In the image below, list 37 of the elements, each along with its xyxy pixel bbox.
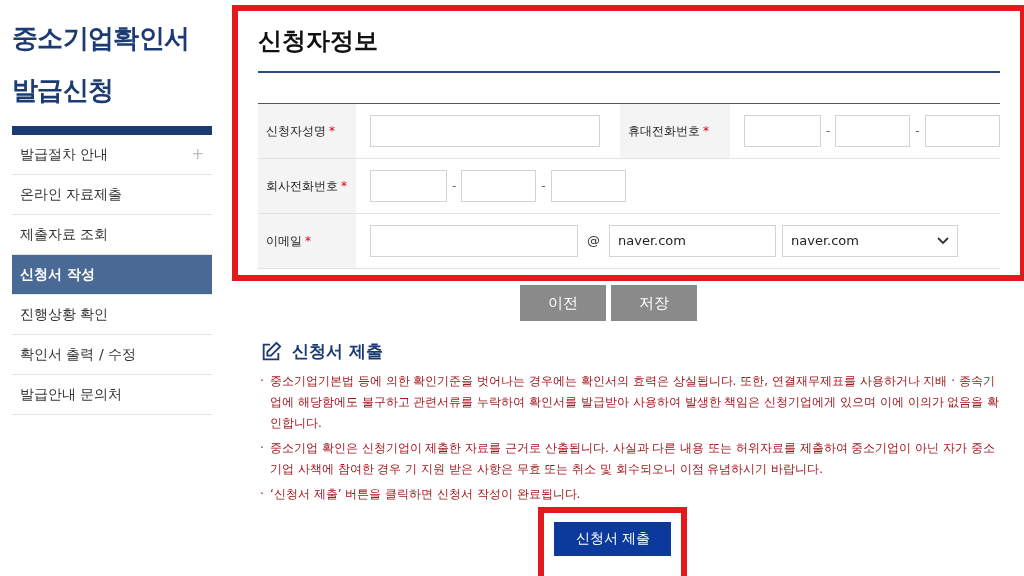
sidebar-item[interactable]: 발급안내 문의처 bbox=[12, 375, 212, 415]
page-title: 중소기업확인서 발급신청 bbox=[12, 22, 191, 107]
dash: - bbox=[452, 178, 457, 195]
input-field[interactable] bbox=[550, 170, 626, 202]
sidebar-item[interactable]: 발급절차 안내 + bbox=[12, 135, 212, 175]
input-field[interactable] bbox=[370, 225, 578, 257]
field-label: 신청자성명 * bbox=[258, 104, 356, 158]
domain-field[interactable]: naver.com bbox=[609, 225, 776, 257]
field-label: 회사전화번호 * bbox=[258, 159, 356, 213]
input-field[interactable] bbox=[744, 115, 821, 147]
section-title: 신청서 제출 bbox=[292, 340, 383, 363]
notice-text: ‘신청서 제출’ 버튼을 클릭하면 신청서 작성이 완료됩니다. bbox=[270, 485, 581, 503]
at-sign: @ bbox=[586, 232, 601, 251]
notice-text: 중소기업 확인은 신청기업이 제출한 자료를 근거로 산출됩니다. 사실과 다른 내용 또는 허위자료를 제출하여 중소기업이 아닌 자가 중소기업 사책에 참여한 경우 기 지원 받은 사항은 무효 또는 취소 및 회수되오니 이점 유념하시기 바랍니다. bbox=[270, 439, 996, 478]
submit-button[interactable]: 신청서 제출 bbox=[554, 521, 672, 556]
dash: - bbox=[826, 123, 831, 140]
input-field[interactable] bbox=[370, 170, 447, 202]
section-title: 신청자정보 bbox=[258, 26, 379, 57]
sidebar-item[interactable]: 진행상황 확인 bbox=[12, 295, 212, 335]
field-label: 이메일 * bbox=[258, 214, 356, 268]
input-field[interactable] bbox=[924, 115, 1000, 147]
domain-select[interactable]: naver.com bbox=[782, 225, 958, 257]
sidebar-item[interactable]: 신청서 작성 bbox=[12, 255, 212, 295]
sidebar-item[interactable]: 온라인 자료제출 bbox=[12, 175, 212, 215]
field-label: 휴대전화번호 * bbox=[620, 104, 730, 158]
bullet: · bbox=[260, 372, 265, 390]
input-field[interactable] bbox=[835, 115, 911, 147]
input-field[interactable] bbox=[461, 170, 537, 202]
edit-icon bbox=[260, 340, 282, 363]
dash: - bbox=[915, 123, 920, 140]
dash: - bbox=[541, 178, 546, 195]
notice-text: 중소기업기본법 등에 의한 확인기준을 벗어나는 경우에는 확인서의 효력은 상실됩니다. 또한, 연결재무제표를 사용하거나 지배 · 종속기업에 해당함에도 불구하고 관련서류를 누락하여 확인서를 발급받아 사용하여 발생한 책임은 신청기업에게 있으며 이에 이의가 없음을 확인합니다. bbox=[270, 372, 1001, 432]
bullet: · bbox=[260, 485, 265, 503]
bullet: · bbox=[260, 439, 265, 457]
chevron-down-icon bbox=[937, 237, 949, 245]
input-field[interactable] bbox=[370, 115, 600, 147]
sidebar-item[interactable]: 확인서 출력 / 수정 bbox=[12, 335, 212, 375]
